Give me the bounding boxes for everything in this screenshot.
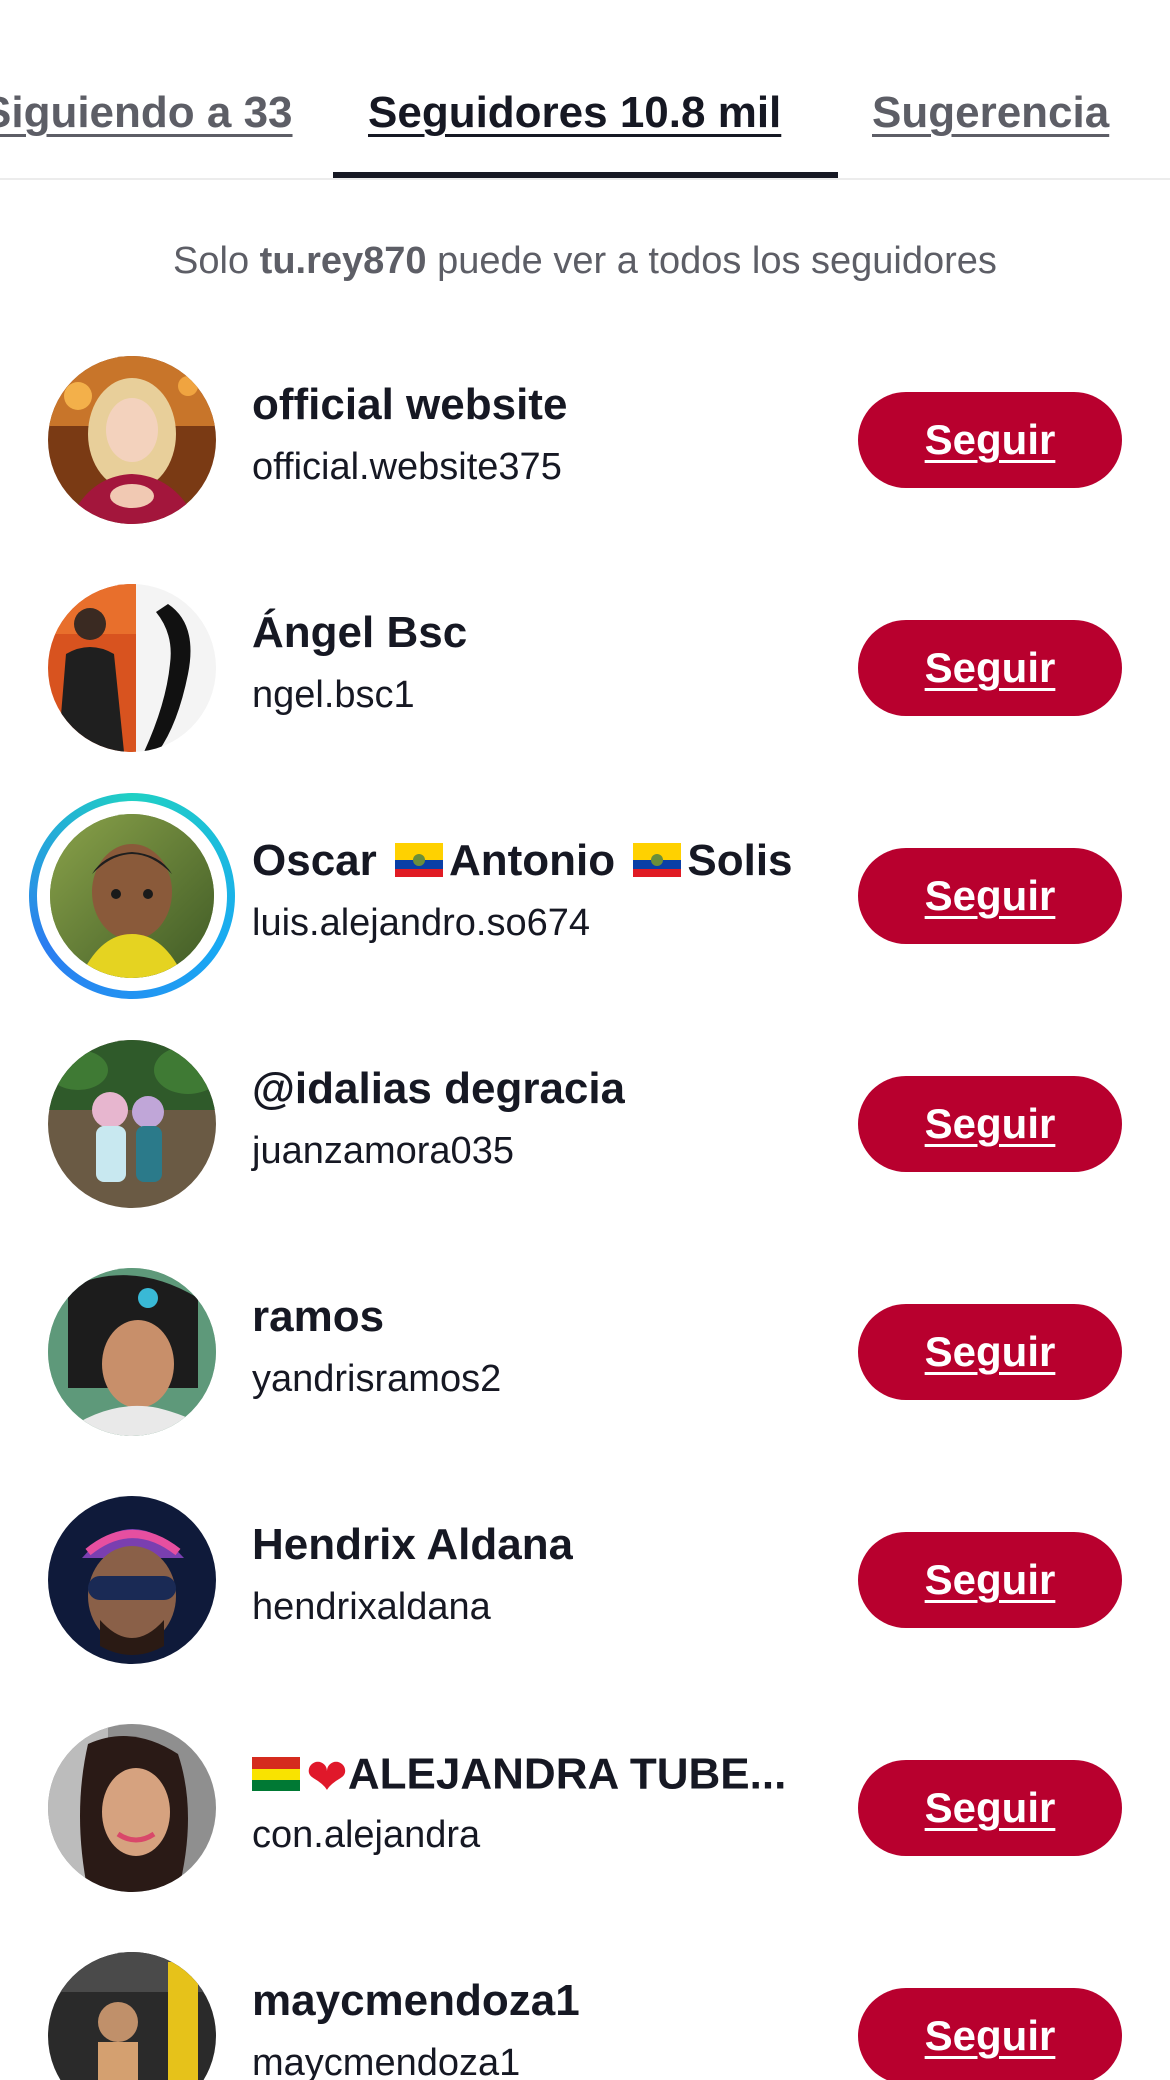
follower-handle: juanzamora035 <box>252 1130 514 1172</box>
follow-button[interactable]: Seguir <box>858 620 1122 716</box>
ecuador-flag-icon <box>394 838 443 888</box>
follower-row[interactable]: Oscar Antonio Solis luis.alejandro.so674… <box>0 774 1170 1002</box>
follower-handle: ngel.bsc1 <box>252 674 415 716</box>
avatar[interactable] <box>48 1268 216 1436</box>
follower-row[interactable]: Ángel Bsc ngel.bsc1 Seguir <box>0 546 1170 774</box>
follower-handle: official.website375 <box>252 446 562 488</box>
avatar[interactable] <box>48 1952 216 2080</box>
privacy-notice: Solo tu.rey870 puede ver a todos los seg… <box>0 240 1170 283</box>
name-part: Antonio <box>448 836 628 885</box>
follower-handle: hendrixaldana <box>252 1586 491 1628</box>
follow-button[interactable]: Seguir <box>858 1076 1122 1172</box>
follow-button[interactable]: Seguir <box>858 1760 1122 1856</box>
follow-button[interactable]: Seguir <box>858 1304 1122 1400</box>
follower-handle: maycmendoza1 <box>252 2042 521 2080</box>
follower-name: ramos <box>252 1292 385 1341</box>
follower-row[interactable]: @idalias degracia juanzamora035 Seguir <box>0 1002 1170 1230</box>
follower-handle: con.alejandra <box>252 1814 481 1856</box>
follower-row[interactable]: maycmendoza1 maycmendoza1 Seguir <box>0 1914 1170 2080</box>
follower-name: Oscar Antonio Solis <box>252 836 793 888</box>
active-tab-indicator <box>333 172 838 178</box>
ecuador-flag-icon <box>633 838 682 888</box>
name-text: ALEJANDRA TUBE... <box>347 1749 787 1799</box>
tab-suggestions[interactable]: Sugerencia <box>872 88 1109 138</box>
name-part: Oscar <box>252 836 389 885</box>
follower-name: Ángel Bsc <box>252 608 468 657</box>
heart-icon: ❤ <box>306 1749 348 1805</box>
tab-following[interactable]: Siguiendo a 33 <box>0 88 293 138</box>
avatar[interactable] <box>48 356 216 524</box>
follow-button[interactable]: Seguir <box>858 392 1122 488</box>
follower-name: @idalias degracia <box>252 1064 626 1113</box>
avatar[interactable] <box>48 1040 216 1208</box>
avatar[interactable] <box>48 1724 216 1892</box>
follower-name: maycmendoza1 <box>252 1976 580 2025</box>
tab-followers[interactable]: Seguidores 10.8 mil <box>368 88 781 138</box>
follow-button[interactable]: Seguir <box>858 1988 1122 2080</box>
follower-name: Hendrix Aldana <box>252 1520 574 1569</box>
follower-handle: yandrisramos2 <box>252 1358 502 1400</box>
follower-handle: luis.alejandro.so674 <box>252 902 591 944</box>
follower-row[interactable]: official website official.website375 Seg… <box>0 318 1170 546</box>
avatar[interactable] <box>48 1496 216 1664</box>
notice-username: tu.rey870 <box>259 240 427 282</box>
notice-prefix: Solo <box>173 240 260 282</box>
follower-name: official website <box>252 380 568 429</box>
follow-button[interactable]: Seguir <box>858 1532 1122 1628</box>
name-part: Solis <box>687 836 793 885</box>
bolivia-flag-icon <box>252 1752 300 1802</box>
follow-button[interactable]: Seguir <box>858 848 1122 944</box>
follower-row[interactable]: ❤ALEJANDRA TUBE... con.alejandra Seguir <box>0 1686 1170 1914</box>
avatar[interactable] <box>50 814 214 978</box>
avatar[interactable] <box>48 584 216 752</box>
follower-name: ❤ALEJANDRA TUBE... <box>252 1748 786 1806</box>
follower-row[interactable]: ramos yandrisramos2 Seguir <box>0 1230 1170 1458</box>
follower-row[interactable]: Hendrix Aldana hendrixaldana Seguir <box>0 1458 1170 1686</box>
notice-suffix: puede ver a todos los seguidores <box>426 240 997 282</box>
tab-bar: Siguiendo a 33 Seguidores 10.8 mil Suger… <box>0 0 1170 180</box>
